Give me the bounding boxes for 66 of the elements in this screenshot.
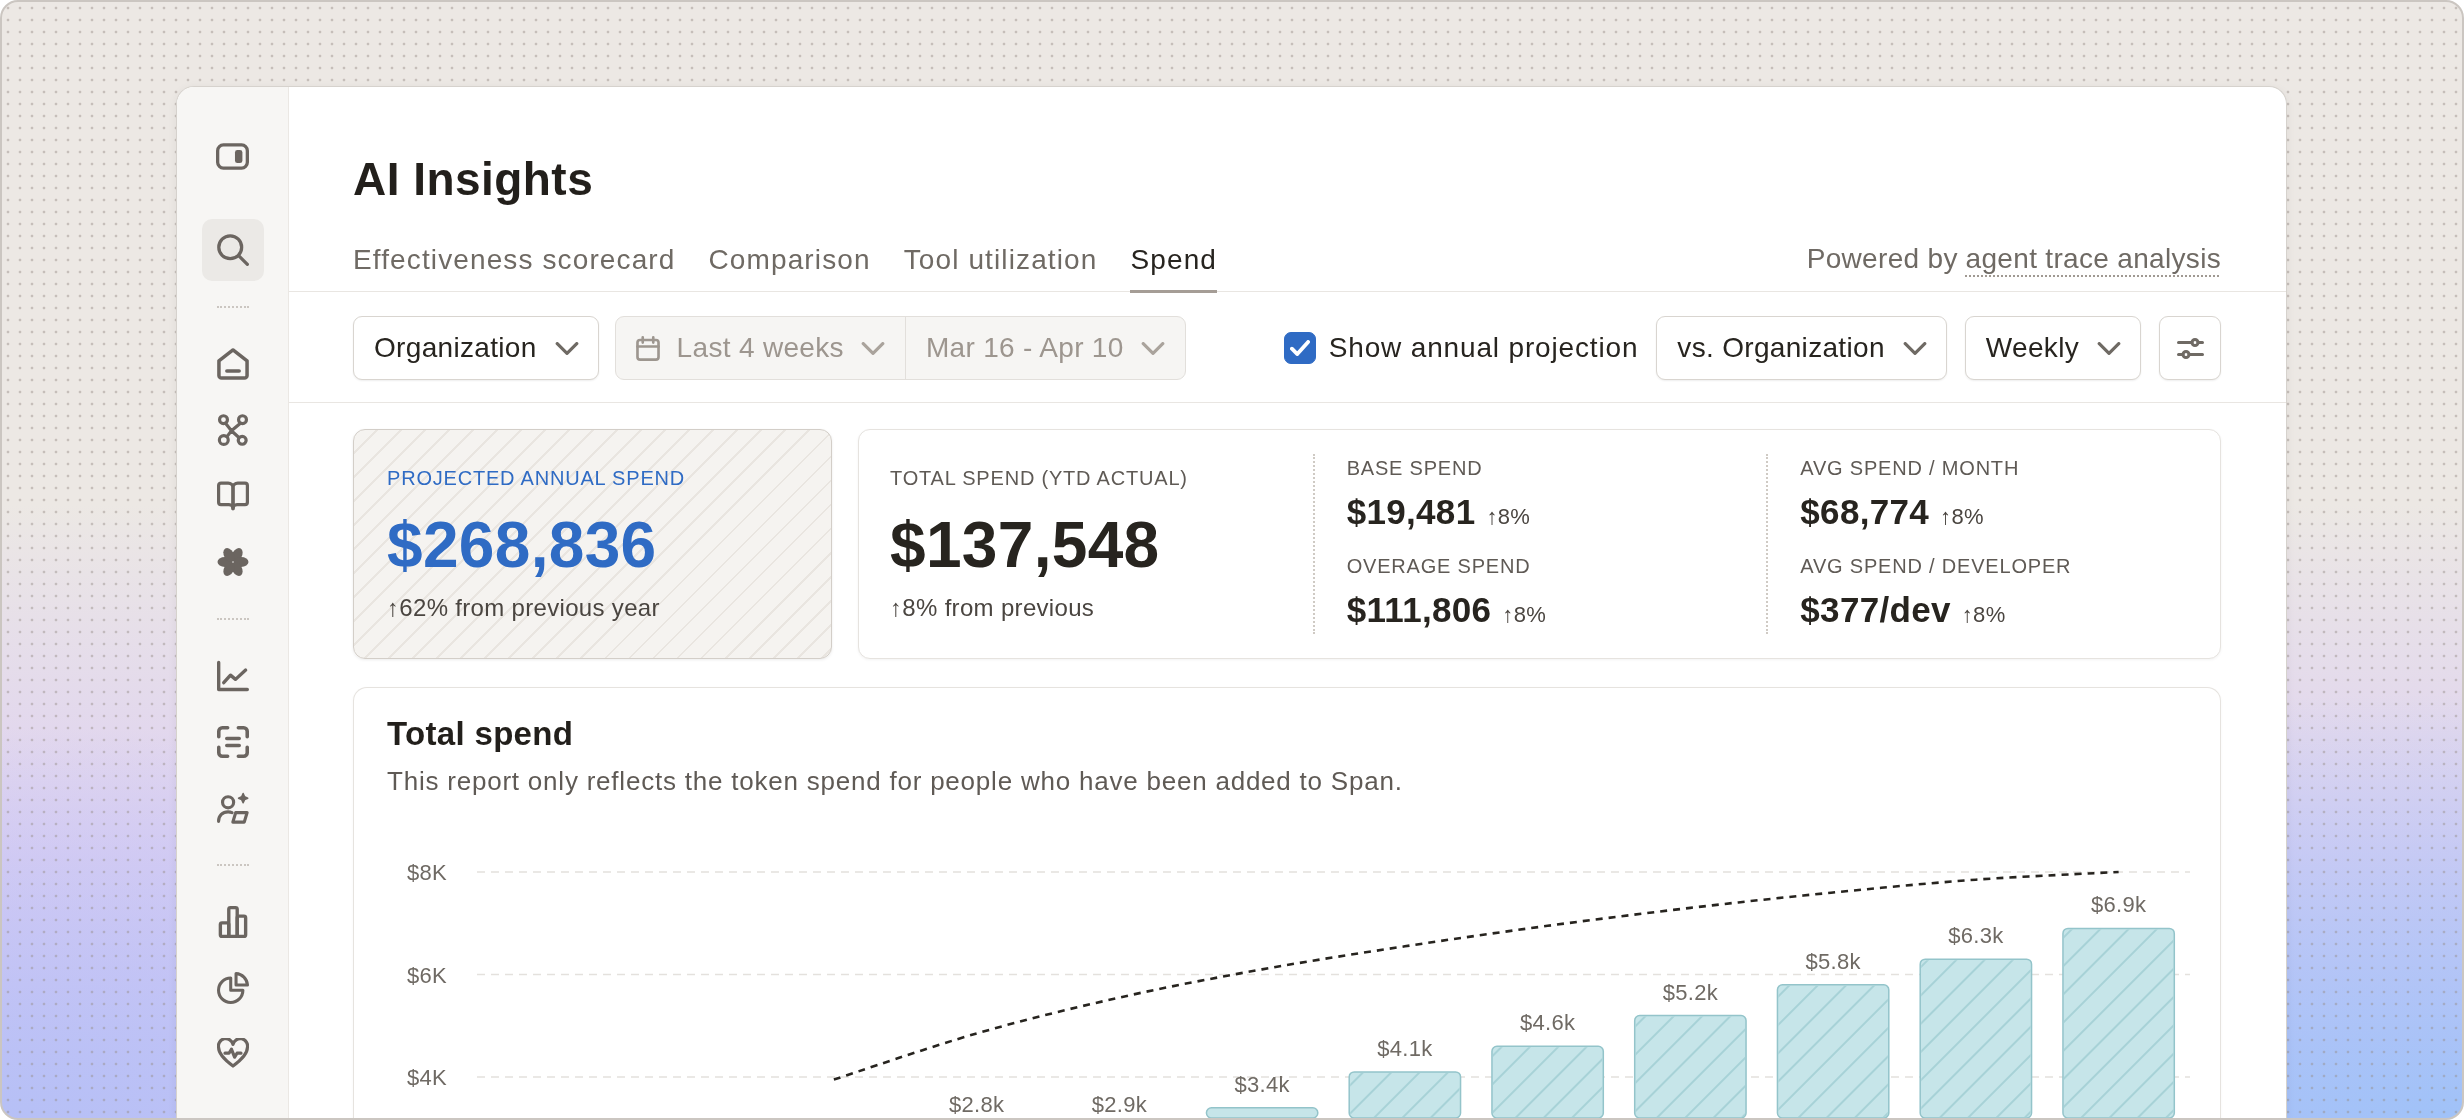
value-label: $6.9k [2090, 892, 2147, 918]
metric-value: $377/dev [1800, 589, 1951, 631]
sliders-icon [2176, 337, 2204, 359]
check-icon [1289, 340, 1310, 356]
panel-icon [216, 142, 249, 170]
change-text: ↑8% [1961, 602, 2006, 628]
page-title: AI Insights [353, 152, 595, 207]
chevron-down-icon [2097, 341, 2121, 355]
value-label: $5.8k [1805, 948, 1861, 974]
search-button[interactable] [201, 219, 264, 281]
change-text: ↑8% [1486, 504, 1531, 530]
scope-dropdown[interactable]: Organization [353, 316, 599, 380]
nodes-icon [216, 414, 249, 446]
metric-value: $68,774 [1800, 491, 1930, 533]
metric-value: $19,481 [1346, 491, 1476, 533]
chevron-down-icon [554, 341, 579, 355]
change-text: ↑8% [1940, 504, 1984, 530]
chevron-down-icon [860, 341, 885, 355]
analysis-link[interactable]: agent trace analysis [1965, 242, 2221, 276]
scan-icon [216, 726, 249, 758]
calendar-icon [635, 335, 660, 361]
value-label: $4.1k [1377, 1035, 1433, 1061]
pie-chart-icon [216, 972, 249, 1004]
value-label: $2.9k [1091, 1092, 1148, 1117]
line-chart-icon [216, 660, 249, 692]
tab[interactable]: Spend [1130, 242, 1218, 293]
change-text: ↑8% [1502, 602, 1547, 628]
axis-label: $6K [406, 962, 447, 988]
heart-pulse-icon [216, 1038, 249, 1070]
home-icon [216, 348, 249, 380]
metric-value: $111,806 [1346, 589, 1492, 631]
bar-chart-icon [216, 906, 249, 938]
change-text: ↑8% from previous [890, 594, 1096, 622]
value-label: $5.2k [1662, 979, 1719, 1005]
powered-by-text: Powered by [1806, 242, 1958, 276]
metric-label: AVG SPEND / DEVELOPER [1800, 554, 2073, 578]
kpi-label: TOTAL SPEND (YTD ACTUAL) [890, 466, 1189, 490]
change-text: ↑62% from previous year [387, 594, 661, 622]
axis-label: $4K [406, 1065, 447, 1090]
tab[interactable]: Tool utilization [903, 242, 1098, 293]
metric-label: AVG SPEND / MONTH [1800, 456, 2021, 480]
chevron-down-icon [1902, 341, 1927, 355]
chart-title: Total spend [387, 714, 575, 754]
checkbox[interactable] [1283, 332, 1316, 364]
kpi-value: $268,836 [387, 509, 658, 581]
tab[interactable]: Effectiveness scorecard [353, 242, 676, 293]
value-label: $4.6k [1519, 1010, 1576, 1036]
metric-label: OVERAGE SPEND [1346, 554, 1532, 578]
checkbox-label[interactable]: Show annual projection [1328, 332, 1639, 364]
flower-icon [216, 546, 249, 578]
kpi-label: PROJECTED ANNUAL SPEND [387, 466, 687, 490]
search-icon [216, 234, 249, 266]
tab[interactable]: Comparison [708, 242, 871, 293]
chevron-down-icon [1140, 341, 1165, 355]
interval-dropdown[interactable]: Weekly [1964, 316, 2141, 380]
user-sparkle-icon [216, 792, 249, 824]
metric-label: BASE SPEND [1346, 456, 1484, 480]
value-label: $2.8k [948, 1092, 1005, 1117]
value-label: $6.3k [1948, 923, 2004, 949]
filter-button[interactable] [2159, 316, 2221, 380]
comparison-dropdown[interactable]: vs. Organization [1656, 316, 1947, 380]
kpi-value: $137,548 [890, 509, 1161, 581]
book-icon [216, 480, 249, 512]
axis-label: $8K [406, 860, 447, 885]
chart-subtitle: This report only reflects the token spend for people who have been added to Span. [387, 765, 1404, 798]
value-label: $3.4k [1234, 1071, 1290, 1097]
